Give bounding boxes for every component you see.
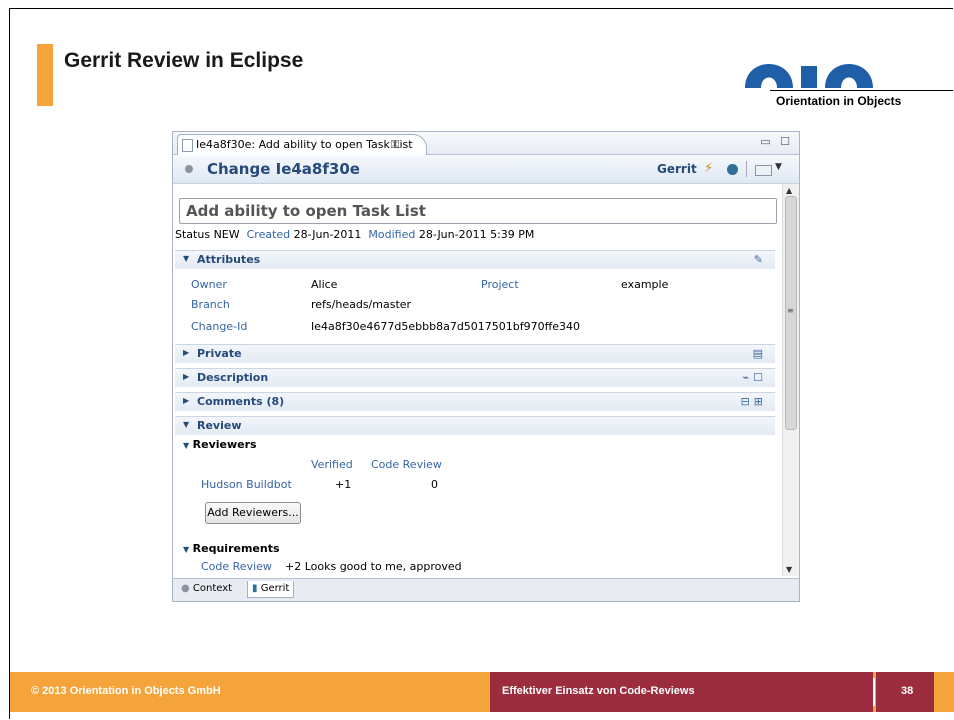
- expanded-triangle-icon: ▼: [183, 254, 190, 263]
- requirements-subsection[interactable]: ▼ Requirements: [183, 542, 280, 555]
- editor-content: Add ability to open Task List Status NEW…: [173, 184, 781, 576]
- section-attributes-title: Attributes: [197, 253, 261, 266]
- summary-field[interactable]: Add ability to open Task List: [179, 198, 777, 224]
- reviewer-verified: +1: [335, 478, 352, 491]
- tab-gerrit[interactable]: ▮ Gerrit: [247, 581, 295, 598]
- eclipse-editor-window: Ie4a8f30e: Add ability to open Task List…: [172, 131, 800, 602]
- reviewers-subsection[interactable]: ▼ Reviewers: [183, 438, 257, 451]
- requirement-value: +2 Looks good to me, approved: [285, 560, 462, 573]
- expanded-triangle-icon: ▼: [183, 441, 190, 450]
- section-comments-title: Comments (8): [197, 395, 285, 408]
- change-title: Change Ie4a8f30e: [207, 160, 360, 178]
- collapsed-triangle-icon: ▶: [183, 396, 190, 405]
- window-controls[interactable]: ▭ ☐: [760, 135, 793, 148]
- document-icon: [182, 139, 193, 152]
- section-attributes[interactable]: ▼ Attributes ✎: [175, 250, 775, 269]
- summary-text: Add ability to open Task List: [186, 202, 426, 220]
- section-review[interactable]: ▼ Review: [175, 416, 775, 435]
- requirement-label: Code Review: [201, 560, 272, 573]
- tab-context[interactable]: ● Context: [177, 581, 236, 597]
- editor-header: Change Ie4a8f30e Gerrit ⚡ ▼: [173, 155, 799, 184]
- toolbar-separator: [746, 161, 747, 177]
- owner-value: Alice: [311, 278, 338, 291]
- editor-tab[interactable]: Ie4a8f30e: Add ability to open Task List…: [177, 134, 427, 155]
- col-code-review: Code Review: [371, 458, 442, 471]
- editor-tab-strip: Ie4a8f30e: Add ability to open Task List…: [173, 132, 799, 155]
- add-reviewers-button[interactable]: Add Reviewers...: [205, 502, 301, 524]
- open-browser-icon[interactable]: [727, 164, 738, 175]
- expanded-triangle-icon: ▼: [183, 545, 190, 554]
- gerrit-label: Gerrit: [657, 162, 697, 176]
- collapse-expand-icon[interactable]: ⊟⊞: [741, 395, 767, 408]
- vertical-scrollbar[interactable]: ▲ ≡ ▼: [782, 184, 799, 576]
- page-number: 38: [901, 685, 914, 697]
- bottom-tab-bar: ● Context ▮ Gerrit: [173, 578, 799, 601]
- status-line: Status NEW Created 28-Jun-2011 Modified …: [175, 228, 534, 241]
- gerrit-icon: ▮: [252, 583, 258, 594]
- private-icon[interactable]: ▤: [753, 347, 767, 360]
- section-private-title: Private: [197, 347, 242, 360]
- grip-icon: ≡: [787, 306, 794, 315]
- section-private[interactable]: ▶ Private ▤: [175, 344, 775, 363]
- scroll-up-icon[interactable]: ▲: [786, 186, 792, 195]
- slide-title: Gerrit Review in Eclipse: [64, 49, 304, 72]
- changeid-value: Ie4a8f30e4677d5ebbb8a7d5017501bf970ffe34…: [311, 320, 580, 333]
- section-description[interactable]: ▶ Description ⌁☐: [175, 368, 775, 387]
- project-value: example: [621, 278, 669, 291]
- synchronize-icon[interactable]: ⚡: [704, 161, 713, 176]
- owner-label: Owner: [191, 278, 227, 291]
- changeid-label: Change-Id: [191, 320, 248, 333]
- footer-course-text: Effektiver Einsatz von Code-Reviews: [502, 685, 695, 697]
- project-label: Project: [481, 278, 519, 291]
- description-actions-icon[interactable]: ⌁☐: [743, 371, 767, 384]
- footer-copyright: © 2013 Orientation in Objects GmbH: [31, 685, 221, 697]
- chevron-down-icon[interactable]: ▼: [775, 162, 782, 172]
- col-verified: Verified: [311, 458, 353, 471]
- section-comments[interactable]: ▶ Comments (8) ⊟⊞: [175, 392, 775, 411]
- collapsed-triangle-icon: ▶: [183, 348, 190, 357]
- branch-label: Branch: [191, 298, 230, 311]
- title-accent-bar: [37, 44, 53, 106]
- footer-page-number: 38: [876, 672, 934, 712]
- change-icon: [185, 165, 193, 173]
- branch-value: refs/heads/master: [311, 298, 412, 311]
- tab-gerrit-label: Gerrit: [260, 583, 290, 594]
- layout-icon[interactable]: [755, 165, 772, 176]
- tab-context-label: Context: [192, 583, 233, 594]
- section-review-title: Review: [197, 419, 242, 432]
- footer-course-title: Effektiver Einsatz von Code-Reviews: [490, 672, 873, 712]
- reviewer-code-review: 0: [431, 478, 438, 491]
- close-icon[interactable]: ☒: [390, 135, 400, 155]
- expanded-triangle-icon: ▼: [183, 420, 190, 429]
- section-description-title: Description: [197, 371, 269, 384]
- created-value: 28-Jun-2011: [293, 228, 362, 241]
- created-label: Created: [246, 228, 291, 241]
- editor-tab-label: Ie4a8f30e: Add ability to open Task List: [196, 138, 413, 151]
- requirements-title: Requirements: [192, 542, 280, 555]
- modified-value: 28-Jun-2011 5:39 PM: [418, 228, 535, 241]
- modified-label: Modified: [368, 228, 416, 241]
- reviewers-title: Reviewers: [192, 438, 257, 451]
- status-value: NEW: [213, 228, 240, 241]
- footer-separator: [873, 678, 875, 706]
- scroll-down-icon[interactable]: ▼: [786, 565, 792, 574]
- logo-rule: [770, 90, 953, 91]
- reviewer-name[interactable]: Hudson Buildbot: [201, 478, 292, 491]
- edit-attributes-icon[interactable]: ✎: [754, 253, 767, 266]
- status-label: Status: [175, 228, 211, 241]
- collapsed-triangle-icon: ▶: [183, 372, 190, 381]
- logo-text: Orientation in Objects: [776, 94, 902, 108]
- context-icon: ●: [181, 583, 190, 594]
